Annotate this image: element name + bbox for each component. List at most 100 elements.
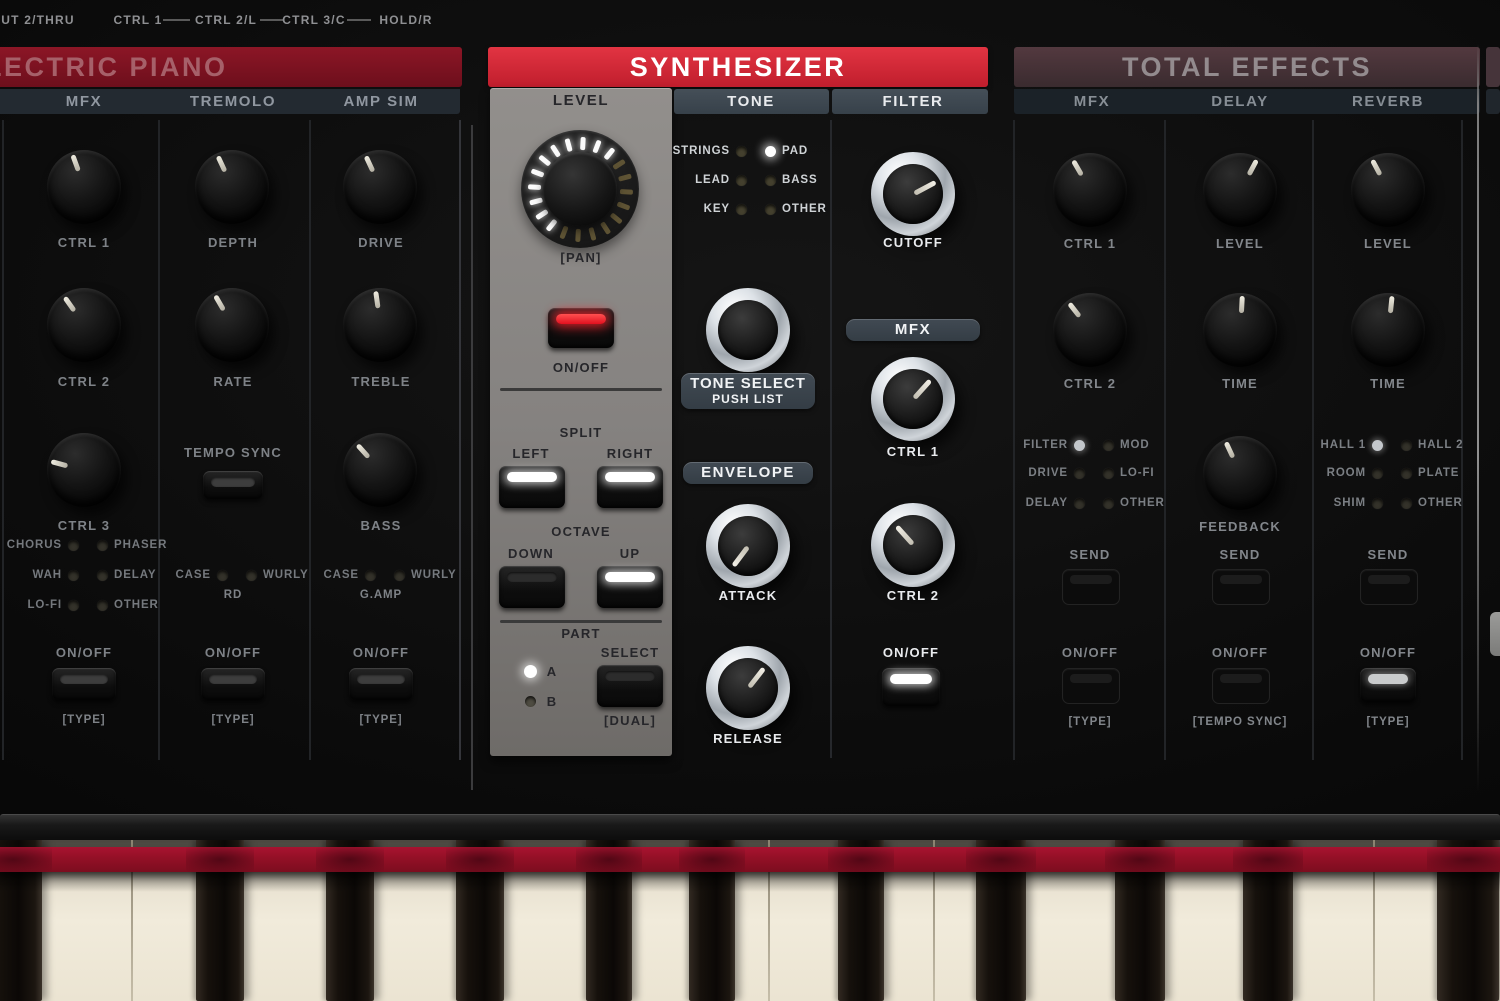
envelope-plate: ENVELOPE — [683, 462, 813, 484]
te-reverb-send-label: SEND — [1368, 547, 1409, 563]
ep-amp-onoff-button[interactable] — [349, 668, 413, 700]
te-col-mfx: MFX — [1074, 94, 1110, 110]
ring-tick — [592, 139, 601, 153]
felt-shadow — [576, 847, 642, 872]
synth-mfx-onoff-button[interactable] — [882, 668, 940, 706]
te-delay-onoff-label: ON/OFF — [1212, 645, 1268, 661]
ep-mfx-onoff-label: ON/OFF — [56, 645, 112, 661]
felt-shadow — [828, 847, 894, 872]
cutoff-knob[interactable] — [871, 152, 955, 236]
te-delay-level-knob[interactable] — [1203, 153, 1277, 227]
attack-knob[interactable] — [706, 504, 790, 588]
ring-tick — [609, 212, 622, 224]
ep-amp-treble-knob[interactable] — [343, 288, 417, 362]
te-mfx-ctrl2-knob[interactable] — [1053, 293, 1127, 367]
ring-tick — [538, 154, 551, 166]
te-led-row-shim-other: SHIMOTHER — [1304, 496, 1472, 510]
te-mfx-send-button[interactable] — [1062, 569, 1120, 605]
tone-led-row-key-other: KEYOTHER — [668, 202, 836, 216]
te-reverb-level-knob[interactable] — [1351, 153, 1425, 227]
synth-level-label: LEVEL — [553, 93, 609, 109]
plate-led — [1401, 468, 1412, 479]
part-select-button[interactable] — [597, 665, 663, 707]
lead-led — [736, 175, 747, 186]
knob-cap — [883, 164, 943, 224]
next-section-button-sliver[interactable] — [1490, 612, 1500, 656]
total-effects-header: TOTAL EFFECTS — [1014, 47, 1480, 87]
chorus-led — [68, 540, 79, 551]
instrument-panel: UT 2/THRU CTRL 1 CTRL 2/L CTRL 3/C HOLD/… — [0, 0, 1500, 1001]
ep-mfx-onoff-button[interactable] — [52, 668, 116, 700]
te-delay-feedback-knob[interactable] — [1203, 436, 1277, 510]
room-led — [1372, 468, 1383, 479]
release-knob[interactable] — [706, 646, 790, 730]
split-left-button[interactable] — [499, 466, 565, 508]
hall1-led — [1372, 440, 1383, 451]
te-reverb-onoff-button[interactable] — [1360, 668, 1416, 702]
te-led-row-room-plate: ROOMPLATE — [1304, 466, 1472, 480]
ep-ctrl2-label: CTRL 2 — [58, 374, 110, 390]
ep-led-row-chorus-phaser: CHORUSPHASER — [0, 538, 168, 552]
ep-amp-case-wurly-row: CASEWURLY — [297, 568, 465, 582]
ep-mfx-ctrl2-knob[interactable] — [47, 288, 121, 362]
synth-mfx-ctrl2-knob[interactable] — [871, 503, 955, 587]
case-led — [217, 570, 228, 581]
panel-edge-line — [1477, 44, 1479, 792]
pedal-wiring-dash — [260, 19, 284, 21]
octave-up-label: UP — [620, 546, 640, 562]
ep-amp-bass-knob[interactable] — [343, 433, 417, 507]
button-indicator — [1220, 575, 1262, 584]
tone-select-knob[interactable] — [706, 288, 790, 372]
te-led-row-drive-lofi: DRIVELO-FI — [1006, 466, 1174, 480]
phaser-led — [97, 540, 108, 551]
ring-tick — [564, 138, 572, 152]
pad-led — [765, 146, 776, 157]
ep-amp-onoff-label: ON/OFF — [353, 645, 409, 661]
synth-onoff-label: ON/OFF — [553, 360, 609, 376]
part-a-led — [524, 665, 537, 678]
synth-ctrl2-label: CTRL 2 — [887, 588, 939, 604]
section-gap-line — [471, 125, 473, 790]
octave-up-button[interactable] — [597, 566, 663, 608]
te-reverb-time-knob[interactable] — [1351, 293, 1425, 367]
synth-mfx-ctrl1-knob[interactable] — [871, 357, 955, 441]
ep-tremolo-onoff-label: ON/OFF — [205, 645, 261, 661]
synth-onoff-button[interactable] — [548, 308, 614, 348]
te-delay-onoff-button[interactable] — [1212, 668, 1270, 704]
ep-tremolo-depth-knob[interactable] — [195, 150, 269, 224]
button-indicator — [605, 671, 655, 681]
synth-level-knob[interactable] — [543, 152, 617, 226]
te-delay-time-label: TIME — [1222, 376, 1258, 392]
delay-led — [97, 570, 108, 581]
lofi-led — [68, 600, 79, 611]
te-col-delay: DELAY — [1211, 94, 1268, 110]
ep-amp-drive-knob[interactable] — [343, 150, 417, 224]
te-mfx-onoff-button[interactable] — [1062, 668, 1120, 704]
te-reverb-time-label: TIME — [1370, 376, 1406, 392]
split-right-button[interactable] — [597, 466, 663, 508]
ring-tick — [580, 136, 586, 149]
tone-led-row-strings-pad: STRINGSPAD — [668, 144, 836, 158]
ep-tremolo-onoff-button[interactable] — [201, 668, 265, 700]
ep-col-mfx: MFX — [66, 94, 102, 110]
ep-ctrl3-label: CTRL 3 — [58, 518, 110, 534]
ep-separator — [309, 120, 311, 760]
knob-pointer — [215, 155, 227, 173]
octave-down-button[interactable] — [499, 566, 565, 608]
ep-tempo-sync-button[interactable] — [203, 471, 263, 499]
split-right-label: RIGHT — [607, 446, 653, 462]
ep-mfx-ctrl1-knob[interactable] — [47, 150, 121, 224]
other-led — [97, 600, 108, 611]
knob-pointer — [213, 294, 226, 311]
te-delay-send-button[interactable] — [1212, 569, 1270, 605]
split-left-label: LEFT — [512, 446, 549, 462]
ep-tremolo-rate-knob[interactable] — [195, 288, 269, 362]
ring-tick — [616, 201, 630, 210]
ep-mfx-ctrl3-knob[interactable] — [47, 433, 121, 507]
ring-tick — [603, 147, 615, 160]
felt-shadow — [0, 847, 52, 872]
te-mfx-ctrl1-knob[interactable] — [1053, 153, 1127, 227]
electric-piano-header: ELECTRIC PIANO — [0, 47, 462, 87]
te-delay-time-knob[interactable] — [1203, 293, 1277, 367]
te-reverb-send-button[interactable] — [1360, 569, 1418, 605]
